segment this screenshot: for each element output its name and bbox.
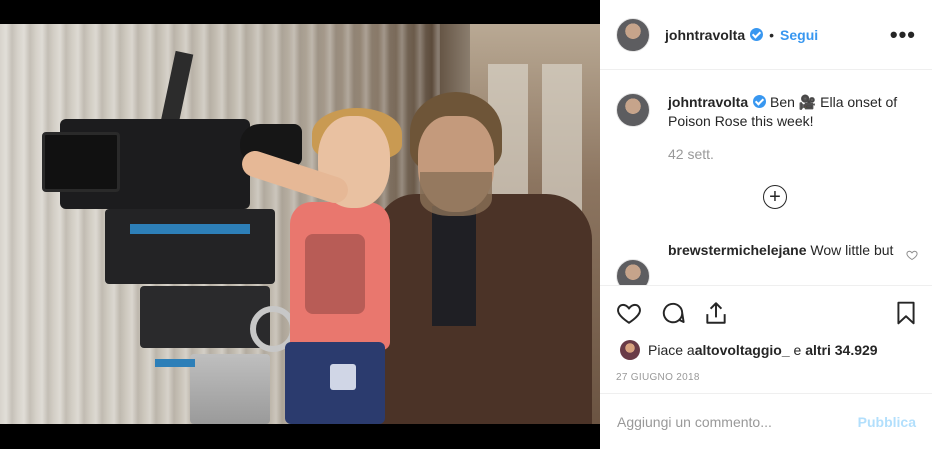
likes-user[interactable]: altovoltaggio_ [695,342,790,358]
caption-avatar[interactable] [616,93,650,127]
likes-summary: Piace a altovoltaggio_ e altri 34.929 [620,340,878,360]
author-avatar[interactable] [616,17,650,52]
comments-list[interactable]: johntravolta Ben 🎥 Ella onset of Poison … [600,71,932,285]
comment-body: Wow little but [806,242,894,258]
add-comment-bar: Pubblica [600,393,932,449]
plus-icon: + [769,186,781,208]
author-username[interactable]: johntravolta [665,27,745,43]
likes-middle: e [789,342,806,358]
publish-button[interactable]: Pubblica [858,414,916,430]
liker-avatar[interactable] [620,340,640,360]
save-bookmark-icon[interactable] [893,300,919,326]
caption-username[interactable]: johntravolta [668,94,748,110]
more-options-icon[interactable]: ••• [890,22,916,48]
post-photo-area [0,0,600,449]
caption-comment: johntravolta Ben 🎥 Ella onset of Poison … [616,93,916,131]
post-header: johntravolta • Segui ••• [600,0,932,70]
load-more-comments-button[interactable]: + [763,185,787,209]
comment-bubble-icon[interactable] [660,300,686,326]
post-side-panel: johntravolta • Segui ••• johntravolta Be… [600,0,932,449]
share-icon[interactable] [703,300,729,326]
comment-username[interactable]: brewstermichelejane [668,242,807,258]
comment-text: brewstermichelejane Wow little but [668,241,898,285]
like-heart-icon[interactable] [616,300,642,326]
comment-item: brewstermichelejane Wow little but [616,241,916,285]
post-photo-button[interactable] [0,24,600,424]
add-comment-input[interactable] [617,413,858,430]
verified-badge-icon [750,28,764,41]
comment-avatar[interactable] [616,259,650,285]
instagram-post-modal: johntravolta • Segui ••• johntravolta Be… [0,0,932,449]
caption-verified-badge-icon [753,95,767,108]
caption-time[interactable]: 42 sett. [668,146,714,162]
header-separator: • [769,26,775,43]
post-date[interactable]: 27 GIUGNO 2018 [616,372,700,383]
post-actions: Piace a altovoltaggio_ e altri 34.929 27… [600,285,932,405]
comment-like-heart-icon[interactable] [906,249,918,261]
follow-button[interactable]: Segui [780,27,818,43]
caption-text: johntravolta Ben 🎥 Ella onset of Poison … [668,93,898,131]
likes-prefix: Piace a [648,342,695,358]
likes-count[interactable]: altri 34.929 [805,342,877,358]
